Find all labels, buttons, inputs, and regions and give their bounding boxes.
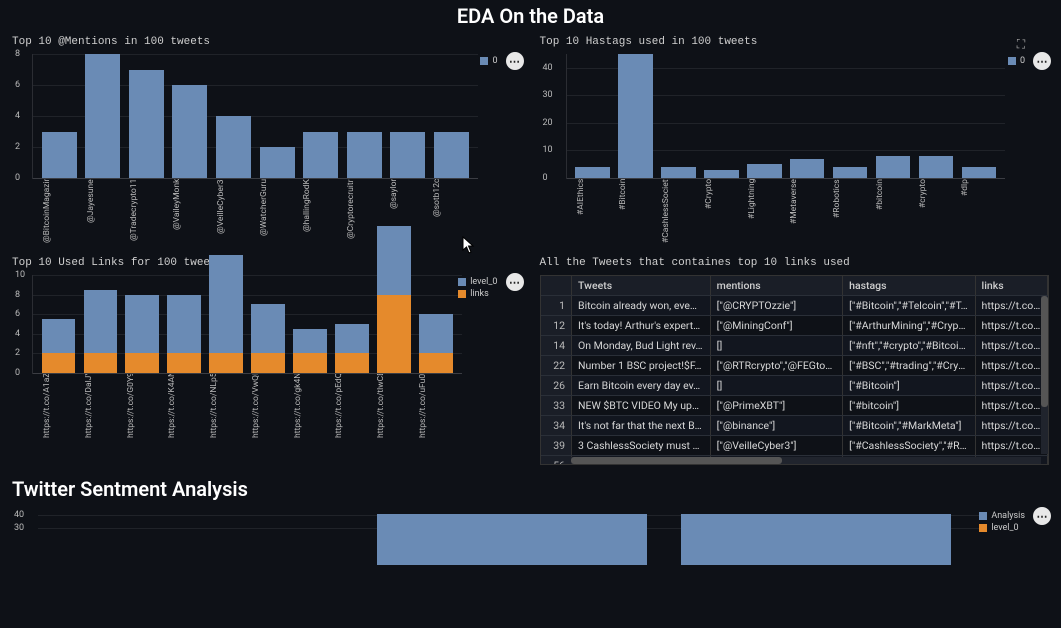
more-icon[interactable]: ⋯ (506, 52, 524, 70)
x-tick: https://t.co/gk4NmnG5mF (293, 374, 327, 440)
bar[interactable] (962, 167, 997, 178)
x-tick: #AIEthics (576, 179, 610, 245)
mentions-title: Top 10 @Mentions in 100 tweets (12, 36, 522, 48)
bar[interactable] (390, 132, 425, 179)
bar[interactable] (377, 226, 411, 373)
bar[interactable] (251, 304, 285, 373)
sentiment-title: Twitter Sentment Analysis (12, 477, 1049, 501)
table-row[interactable]: 22Number 1 BSC project!$F…["@RTRcrypto",… (541, 356, 1048, 376)
bar[interactable] (129, 70, 164, 179)
x-tick: https://t.co/pEdQrDoB9E (334, 374, 368, 440)
x-tick: @WatcherGuru (259, 179, 294, 245)
x-tick: @hallingRodK (302, 179, 337, 245)
expand-icon[interactable]: ⛶ (1013, 36, 1029, 52)
x-tick: #Robotics (832, 179, 866, 245)
legend-0: 0 (492, 56, 497, 66)
bar[interactable] (434, 132, 469, 179)
x-tick: https://t.co/DalJYbrPx2J (84, 374, 118, 440)
bar[interactable] (293, 329, 327, 373)
more-icon[interactable]: ⋯ (1033, 507, 1051, 525)
bar[interactable] (661, 167, 696, 178)
more-icon[interactable]: ⋯ (506, 273, 524, 291)
bar[interactable] (303, 132, 338, 179)
bar[interactable] (84, 290, 118, 373)
bar[interactable] (347, 132, 382, 179)
x-tick: @sotb12c (432, 179, 467, 245)
x-tick: https://t.co/A1aZlmT4wv (42, 374, 76, 440)
th-links: links (975, 276, 1047, 296)
bar[interactable] (618, 54, 653, 178)
mentions-panel: Top 10 @Mentions in 100 tweets ⋯ 0 02468… (12, 36, 522, 245)
x-tick: https://t.co/NLp5Floung (209, 374, 243, 440)
bar[interactable] (704, 170, 739, 178)
bar[interactable] (681, 514, 951, 565)
x-tick: #Crypto (704, 179, 738, 245)
x-tick: @Jayesune (86, 179, 121, 245)
x-tick: https://t.co/K4ANdB4x6S (167, 374, 201, 440)
bar[interactable] (575, 167, 610, 178)
legend-0: 0 (1020, 56, 1025, 66)
x-tick: @VeilleCyber3 (216, 179, 251, 245)
hashtags-title: Top 10 Hastags used in 100 tweets (540, 36, 1050, 48)
table-row[interactable]: 393 CashlessSociety must n…["@VeilleCybe… (541, 436, 1048, 456)
vertical-scrollbar[interactable] (1041, 296, 1048, 454)
more-icon[interactable]: ⋯ (1033, 52, 1051, 70)
x-tick: #CashlessSociety (661, 179, 695, 245)
x-tick: @VaileyMonk (172, 179, 207, 245)
bar[interactable] (42, 132, 77, 179)
table-row[interactable]: 34It's not far that the next Bi…["@binan… (541, 416, 1048, 436)
x-tick: https://t.co/tlwCBOs4z2N (376, 374, 410, 440)
bar[interactable] (216, 116, 251, 178)
links-title: Top 10 Used Links for 100 tweets (12, 257, 522, 269)
bar[interactable] (260, 147, 295, 178)
bar[interactable] (419, 314, 453, 373)
x-tick: #bitcoin (875, 179, 909, 245)
horizontal-scrollbar[interactable] (571, 457, 1042, 464)
x-tick: https://t.co/uFu0TccQKV (418, 374, 452, 440)
bar[interactable] (335, 324, 369, 373)
table-title: All the Tweets that containes top 10 lin… (540, 257, 1050, 269)
table-row[interactable]: 33NEW $BTC VIDEO My upd…["@PrimeXBT"]["#… (541, 396, 1048, 416)
bar[interactable] (172, 85, 207, 178)
table-panel: All the Tweets that containes top 10 lin… (540, 257, 1050, 465)
x-tick: #crypto (918, 179, 952, 245)
bar[interactable] (876, 156, 911, 178)
x-tick: #dlp (960, 179, 994, 245)
sentiment-panel: ⋯ Analysis level_0 3040 (12, 509, 1049, 565)
table-row[interactable]: 12It's today! Arthur's expert…["@MiningC… (541, 316, 1048, 336)
bar[interactable] (85, 54, 120, 178)
bar[interactable] (125, 295, 159, 373)
x-tick: @Cryptorecruitr (346, 179, 381, 245)
table-row[interactable]: 14On Monday, Bud Light rev…[]["#nft","#c… (541, 336, 1048, 356)
eda-title: EDA On the Data (0, 4, 1061, 28)
tweets-table[interactable]: Tweets mentions hastags links 1Bitcoin a… (540, 275, 1050, 465)
bar[interactable] (747, 164, 782, 178)
bar[interactable] (167, 295, 201, 373)
bar[interactable] (377, 514, 647, 565)
links-panel: Top 10 Used Links for 100 tweets ⋯ level… (12, 257, 522, 465)
x-tick: https://t.co/VwQB2fMAeF (251, 374, 285, 440)
x-tick: #Lightning (747, 179, 781, 245)
table-row[interactable]: 1Bitcoin already won, eve…["@CRYPTOzzie"… (541, 296, 1048, 316)
bar[interactable] (209, 255, 243, 373)
x-tick: #Metaverse (789, 179, 823, 245)
x-tick: https://t.co/G0Y9UaCpKS (126, 374, 160, 440)
x-tick: #Bitcoin (618, 179, 652, 245)
legend-analysis: Analysis (991, 511, 1025, 521)
x-tick: @Tradecrypto11 (129, 179, 164, 245)
bar[interactable] (833, 167, 868, 178)
x-tick: @BitcoinMagazine (42, 179, 77, 245)
legend-level0b: level_0 (991, 523, 1018, 533)
hashtags-panel: Top 10 Hastags used in 100 tweets ⋯ ⛶ 0 … (540, 36, 1050, 245)
legend-level0: level_0 (470, 277, 497, 287)
bar[interactable] (919, 156, 954, 178)
bar[interactable] (790, 159, 825, 178)
th-index (541, 276, 572, 296)
bar[interactable] (42, 319, 76, 373)
th-tweets: Tweets (572, 276, 711, 296)
th-hastags: hastags (843, 276, 975, 296)
th-mentions: mentions (710, 276, 842, 296)
legend-links: links (470, 289, 489, 299)
table-row[interactable]: 26Earn Bitcoin every day ev…[]["#Bitcoin… (541, 376, 1048, 396)
